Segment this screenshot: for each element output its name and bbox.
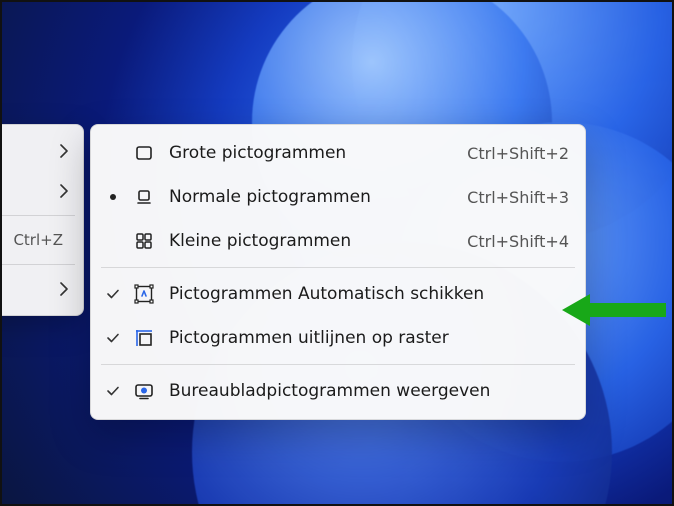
shortcut-label: Ctrl+Z <box>13 231 63 249</box>
menu-item-label: Bureaubladpictogrammen weergeven <box>161 381 569 401</box>
menu-item-label: Pictogrammen uitlijnen op raster <box>161 328 569 348</box>
menu-separator <box>101 267 575 268</box>
parent-menu-item[interactable] <box>0 171 83 211</box>
check-icon <box>99 331 127 345</box>
align-grid-icon <box>127 328 161 348</box>
menu-separator <box>0 215 75 216</box>
desktop-context-menu[interactable]: Ctrl+Z <box>0 124 84 316</box>
shortcut-label: Ctrl+Shift+3 <box>467 188 569 207</box>
menu-separator <box>0 264 75 265</box>
parent-menu-item[interactable] <box>0 269 83 309</box>
radio-selected-icon <box>99 193 127 201</box>
chevron-right-icon <box>60 282 69 296</box>
small-icons-icon <box>127 231 161 251</box>
menu-item-label: Kleine pictogrammen <box>161 231 467 251</box>
parent-menu-item-undo[interactable]: Ctrl+Z <box>0 220 83 260</box>
medium-icons-icon <box>127 187 161 207</box>
menu-separator <box>101 364 575 365</box>
menu-item-large-icons[interactable]: Grote pictogrammen Ctrl+Shift+2 <box>91 131 585 175</box>
shortcut-label: Ctrl+Shift+2 <box>467 144 569 163</box>
view-submenu[interactable]: Grote pictogrammen Ctrl+Shift+2 Normale … <box>90 124 586 420</box>
menu-item-small-icons[interactable]: Kleine pictogrammen Ctrl+Shift+4 <box>91 219 585 263</box>
menu-item-medium-icons[interactable]: Normale pictogrammen Ctrl+Shift+3 <box>91 175 585 219</box>
chevron-right-icon <box>60 144 69 158</box>
auto-arrange-icon <box>127 284 161 304</box>
show-desktop-icons-icon <box>127 381 161 401</box>
chevron-right-icon <box>60 184 69 198</box>
check-icon <box>99 287 127 301</box>
menu-item-label: Pictogrammen Automatisch schikken <box>161 284 569 304</box>
menu-item-label: Grote pictogrammen <box>161 143 467 163</box>
menu-item-label: Normale pictogrammen <box>161 187 467 207</box>
menu-item-align-grid[interactable]: Pictogrammen uitlijnen op raster <box>91 316 585 360</box>
large-icons-icon <box>127 143 161 163</box>
shortcut-label: Ctrl+Shift+4 <box>467 232 569 251</box>
parent-menu-item[interactable] <box>0 131 83 171</box>
menu-item-auto-arrange[interactable]: Pictogrammen Automatisch schikken <box>91 272 585 316</box>
check-icon <box>99 384 127 398</box>
menu-item-show-desktop-icons[interactable]: Bureaubladpictogrammen weergeven <box>91 369 585 413</box>
